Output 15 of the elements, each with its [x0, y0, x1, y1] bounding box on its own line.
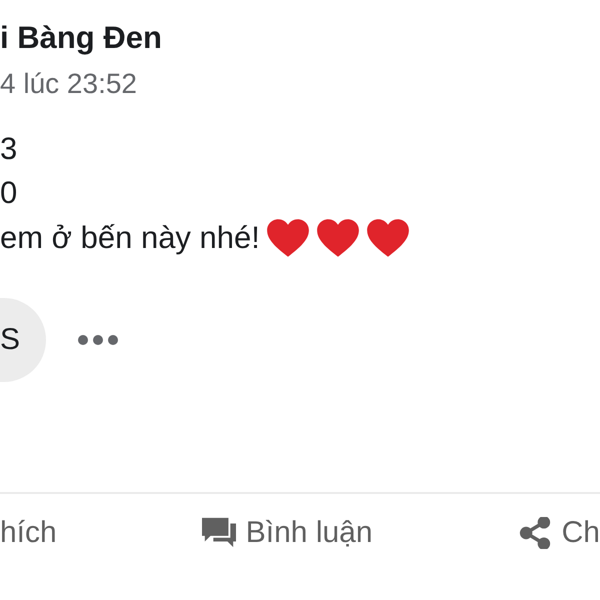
- heart-icon: [316, 218, 360, 258]
- like-button[interactable]: hích: [0, 516, 57, 550]
- post-text: em ở bến này nhé!: [0, 219, 260, 257]
- comment-icon: [202, 517, 236, 549]
- share-button[interactable]: Ch: [518, 516, 600, 550]
- more-icon[interactable]: [78, 334, 118, 346]
- post-text: 0: [0, 174, 18, 212]
- post-timestamp[interactable]: 4 lúc 23:52: [0, 66, 137, 102]
- share-icon: [518, 517, 552, 549]
- heart-icon: [266, 218, 310, 258]
- author-name[interactable]: i Bàng Đen: [0, 18, 162, 58]
- heart-icon: [366, 218, 410, 258]
- post-text: 3: [0, 130, 18, 168]
- reaction-chip[interactable]: S: [0, 298, 46, 382]
- comment-button[interactable]: Bình luận: [202, 516, 373, 550]
